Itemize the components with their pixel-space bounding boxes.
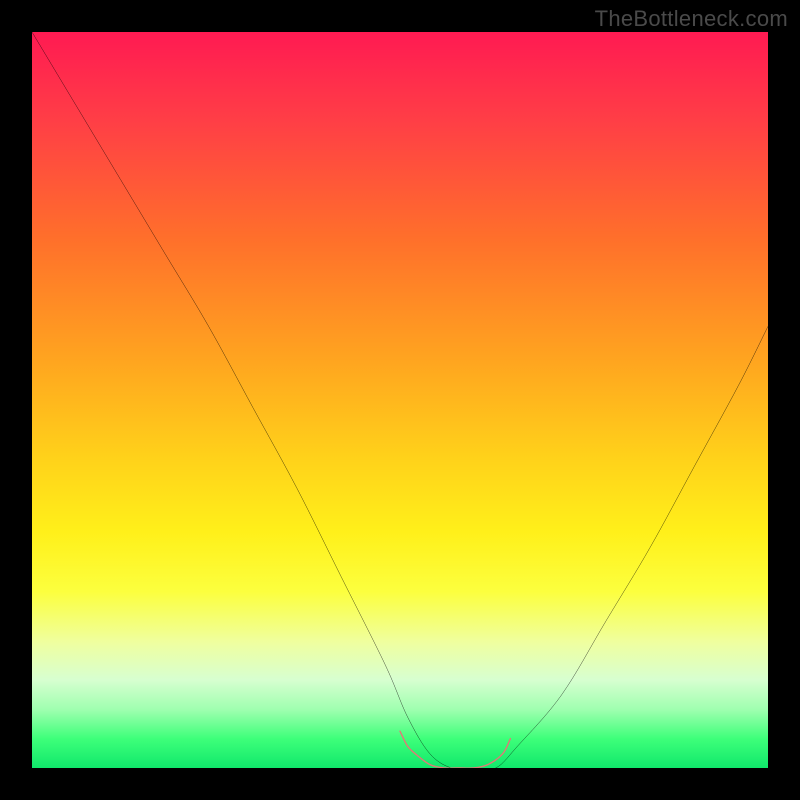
curve-layer	[32, 32, 768, 768]
watermark-text: TheBottleneck.com	[595, 6, 788, 32]
plot-area	[32, 32, 768, 768]
flat-zone-marker-path	[400, 731, 510, 768]
bottleneck-curve-path	[32, 32, 768, 768]
chart-frame: TheBottleneck.com	[0, 0, 800, 800]
